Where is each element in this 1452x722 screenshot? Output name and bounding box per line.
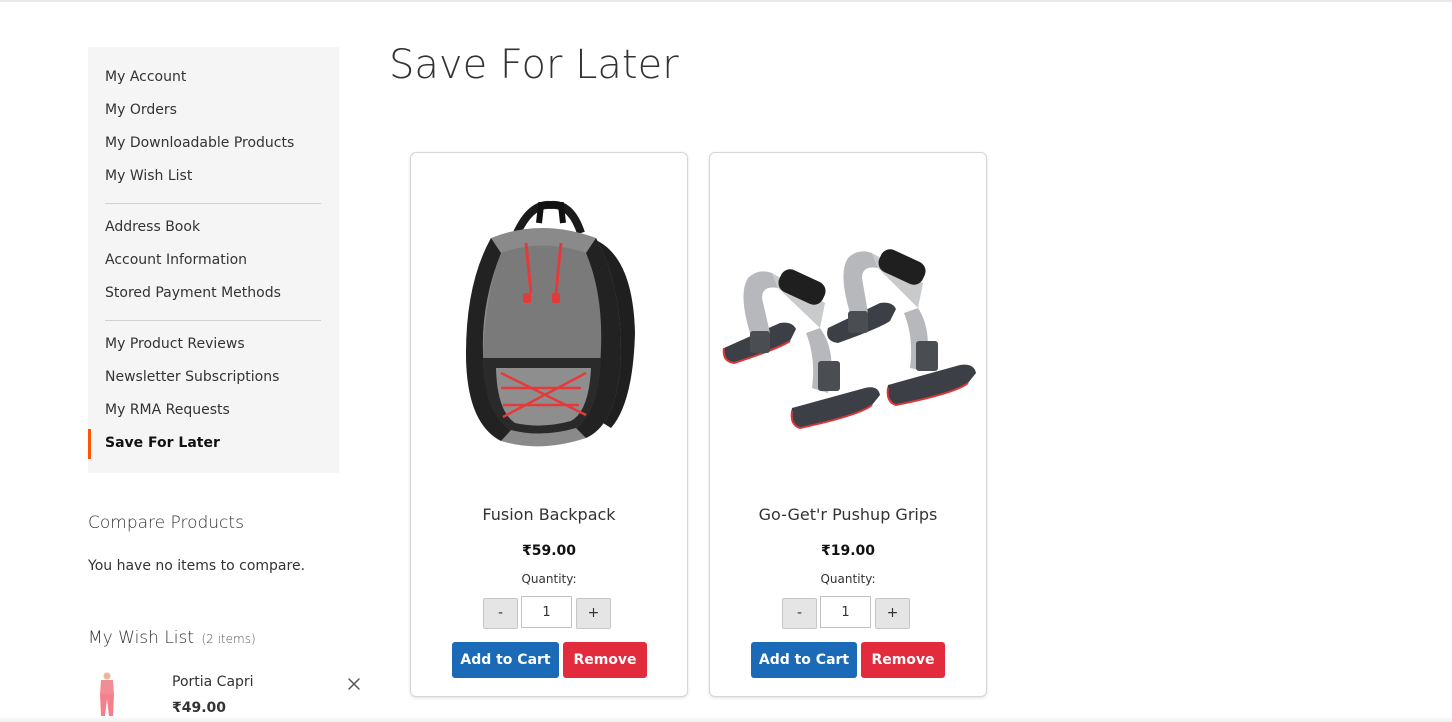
product-actions: Add to Cart Remove <box>411 642 687 678</box>
sidebar-item-address-book[interactable]: Address Book <box>88 213 339 246</box>
remove-button[interactable]: Remove <box>861 642 945 678</box>
sidebar-item-my-orders[interactable]: My Orders <box>88 96 339 129</box>
top-divider <box>0 0 1452 2</box>
sidebar-item-my-account[interactable]: My Account <box>88 63 339 96</box>
quantity-increase-button[interactable]: + <box>576 598 611 629</box>
account-sidebar: My Account My Orders My Downloadable Pro… <box>88 47 339 473</box>
wishlist-item-price: ₹49.00 <box>172 700 227 716</box>
quantity-increase-button[interactable]: + <box>875 598 910 629</box>
quantity-input[interactable] <box>820 596 871 628</box>
sidebar-item-stored-payment-methods[interactable]: Stored Payment Methods <box>88 279 339 312</box>
close-icon[interactable] <box>346 676 362 692</box>
compare-products-title: Compare Products <box>88 513 244 533</box>
sidebar-item-newsletter-subscriptions[interactable]: Newsletter Subscriptions <box>88 363 339 396</box>
sidebar-item-account-information[interactable]: Account Information <box>88 246 339 279</box>
bottom-edge-shadow <box>0 716 1452 722</box>
product-card: Go-Get'r Pushup Grips ₹19.00 Quantity: -… <box>709 152 987 697</box>
product-name[interactable]: Fusion Backpack <box>411 505 687 524</box>
fusion-backpack-image[interactable] <box>421 183 679 463</box>
remove-button[interactable]: Remove <box>563 642 647 678</box>
quantity-decrease-button[interactable]: - <box>782 598 817 629</box>
sidebar-divider <box>105 320 321 321</box>
portia-capri-thumbnail[interactable] <box>90 672 124 722</box>
quantity-input[interactable] <box>521 596 572 628</box>
sidebar-item-rma-requests[interactable]: My RMA Requests <box>88 396 339 429</box>
wishlist-item-name[interactable]: Portia Capri <box>172 674 254 690</box>
pushup-grips-image[interactable] <box>720 183 978 463</box>
quantity-stepper: - + <box>782 596 916 629</box>
quantity-decrease-button[interactable]: - <box>483 598 518 629</box>
sidebar-item-wish-list[interactable]: My Wish List <box>88 162 339 195</box>
wishlist-count: (2 items) <box>201 632 256 646</box>
wishlist-title-text: My Wish List <box>88 628 195 648</box>
product-price: ₹59.00 <box>521 543 577 559</box>
sidebar-item-product-reviews[interactable]: My Product Reviews <box>88 330 339 363</box>
quantity-stepper: - + <box>483 596 617 629</box>
wishlist-title: My Wish List (2 items) <box>88 628 256 648</box>
page-title: Save For Later <box>389 42 679 88</box>
compare-empty-message: You have no items to compare. <box>88 558 306 574</box>
product-card: Fusion Backpack ₹59.00 Quantity: - + Add… <box>410 152 688 697</box>
product-actions: Add to Cart Remove <box>710 642 986 678</box>
quantity-label: Quantity: <box>521 572 577 586</box>
add-to-cart-button[interactable]: Add to Cart <box>751 642 857 678</box>
sidebar-item-downloadable-products[interactable]: My Downloadable Products <box>88 129 339 162</box>
sidebar-item-save-for-later[interactable]: Save For Later <box>88 429 339 462</box>
add-to-cart-button[interactable]: Add to Cart <box>452 642 559 678</box>
sidebar-divider <box>105 203 321 204</box>
product-name[interactable]: Go-Get'r Pushup Grips <box>710 505 986 524</box>
quantity-label: Quantity: <box>820 572 876 586</box>
product-price: ₹19.00 <box>820 543 876 559</box>
